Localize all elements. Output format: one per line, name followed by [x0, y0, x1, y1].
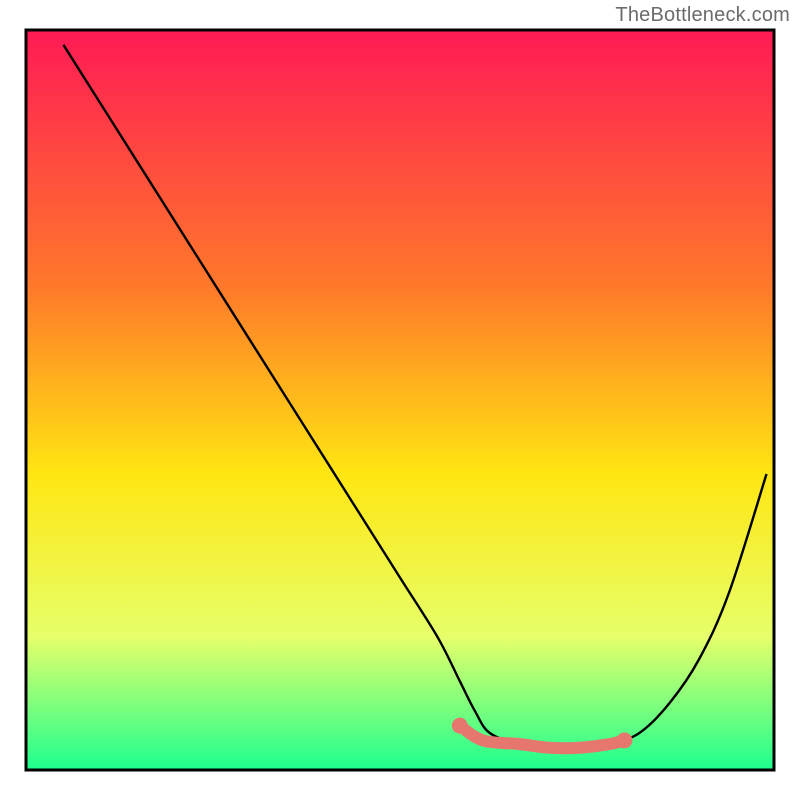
- sweet-spot-end-dot: [616, 732, 632, 748]
- bottleneck-chart: [0, 0, 800, 800]
- sweet-spot-start-dot: [452, 718, 468, 734]
- plot-area: [26, 30, 774, 770]
- attribution-label: TheBottleneck.com: [615, 4, 790, 27]
